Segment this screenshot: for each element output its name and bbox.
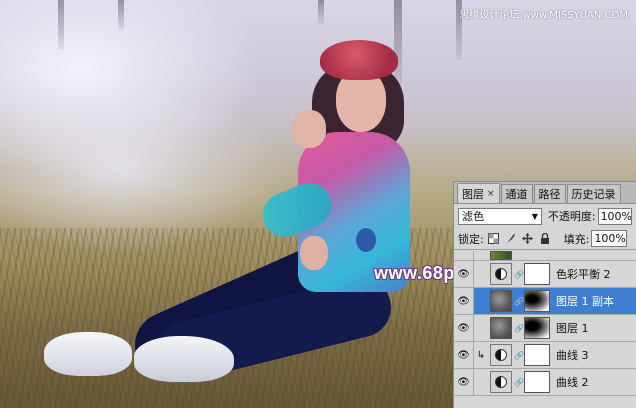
eye-icon[interactable]: 👁: [454, 288, 474, 314]
figure-beret: [320, 40, 398, 80]
layer-mask[interactable]: [524, 344, 550, 366]
layer-row-selected[interactable]: 👁 🔗 图层 1 副本: [454, 288, 636, 315]
layers-list: 👁 🔗 色彩平衡 2 👁 🔗 图层 1 副本 👁 🔗 图层 1 👁 ↳ 🔗 曲线…: [454, 251, 636, 408]
link-icon[interactable]: 🔗: [514, 351, 524, 360]
blend-row: 滤色 ▼ 不透明度: 100%: [454, 204, 636, 228]
tab-paths[interactable]: 路径: [533, 184, 566, 203]
layer-thumbnail: [490, 251, 512, 260]
lock-label: 锁定:: [458, 232, 484, 246]
tab-channels[interactable]: 通道: [500, 184, 533, 203]
figure-hand: [300, 236, 328, 270]
background-tree: [118, 0, 124, 30]
tab-layers[interactable]: 图层 ×: [457, 183, 500, 203]
close-icon[interactable]: ×: [487, 189, 495, 199]
layer-mask[interactable]: [524, 317, 550, 339]
move-icon[interactable]: [521, 232, 535, 246]
layer-mask[interactable]: [524, 371, 550, 393]
adjustment-icon: [495, 268, 507, 280]
layers-panel: 图层 × 通道 路径 历史记录 滤色 ▼ 不透明度: 100% 锁定: 填充: …: [453, 181, 636, 408]
link-icon[interactable]: 🔗: [514, 297, 524, 306]
link-icon[interactable]: 🔗: [514, 270, 524, 279]
layer-name: 图层 1 副本: [556, 295, 614, 308]
adjustment-thumbnail: [490, 371, 512, 393]
layer-row[interactable]: 👁 🔗 曲线 2: [454, 369, 636, 396]
adjustment-icon: [495, 376, 507, 388]
layer-name: 曲线 2: [556, 376, 589, 389]
link-icon[interactable]: 🔗: [514, 324, 524, 333]
layer-mask[interactable]: [524, 263, 550, 285]
layer-name: 曲线 3: [556, 349, 589, 362]
blend-mode-value: 滤色: [462, 210, 484, 223]
layer-row[interactable]: 👁 🔗 图层 1: [454, 315, 636, 342]
panel-tabs: 图层 × 通道 路径 历史记录: [454, 182, 636, 204]
tab-label: 图层: [462, 187, 484, 201]
fill-field[interactable]: 100%: [591, 230, 628, 247]
layer-row[interactable]: [454, 251, 636, 261]
chevron-down-icon: ▼: [531, 211, 538, 221]
eye-icon[interactable]: [454, 251, 474, 260]
adjustment-thumbnail: [490, 344, 512, 366]
tab-history[interactable]: 历史记录: [566, 184, 621, 203]
figure-shoe: [44, 332, 132, 376]
background-tree: [58, 0, 64, 50]
figure-hand: [292, 110, 326, 148]
layer-row[interactable]: 👁 ↳ 🔗 曲线 3: [454, 342, 636, 369]
figure-heart-pendant: [356, 228, 376, 252]
clip-arrow-icon: ↳: [476, 349, 486, 361]
tab-label: 路径: [538, 188, 561, 201]
eye-icon[interactable]: 👁: [454, 342, 474, 368]
tab-label: 历史记录: [571, 188, 616, 201]
blend-mode-select[interactable]: 滤色 ▼: [458, 207, 542, 225]
eye-icon[interactable]: 👁: [454, 369, 474, 395]
layer-mask[interactable]: [524, 290, 550, 312]
layer-row[interactable]: 👁 🔗 色彩平衡 2: [454, 261, 636, 288]
background-tree: [318, 0, 324, 24]
layer-thumbnail: [490, 317, 512, 339]
lock-row: 锁定: 填充: 100%: [454, 228, 636, 250]
eye-icon[interactable]: 👁: [454, 261, 474, 287]
layer-thumbnail: [490, 290, 512, 312]
layer-name: 图层 1: [556, 322, 589, 335]
eye-icon[interactable]: 👁: [454, 315, 474, 341]
opacity-field[interactable]: 100%: [597, 207, 632, 225]
adjustment-thumbnail: [490, 263, 512, 285]
link-icon[interactable]: 🔗: [514, 378, 524, 387]
opacity-label: 不透明度:: [547, 210, 596, 223]
fill-label: 填充:: [563, 232, 590, 246]
layer-name: 色彩平衡 2: [556, 268, 611, 281]
figure-shoe: [134, 336, 234, 382]
brush-icon[interactable]: [504, 232, 518, 246]
lock-transparent-icon[interactable]: [487, 232, 501, 246]
adjustment-icon: [495, 349, 507, 361]
watermark-top: 思缘设计论坛 www.MISSYUAN.COM: [459, 10, 628, 21]
background-tree: [394, 0, 402, 90]
lock-icon[interactable]: [538, 232, 552, 246]
tab-label: 通道: [505, 188, 528, 201]
